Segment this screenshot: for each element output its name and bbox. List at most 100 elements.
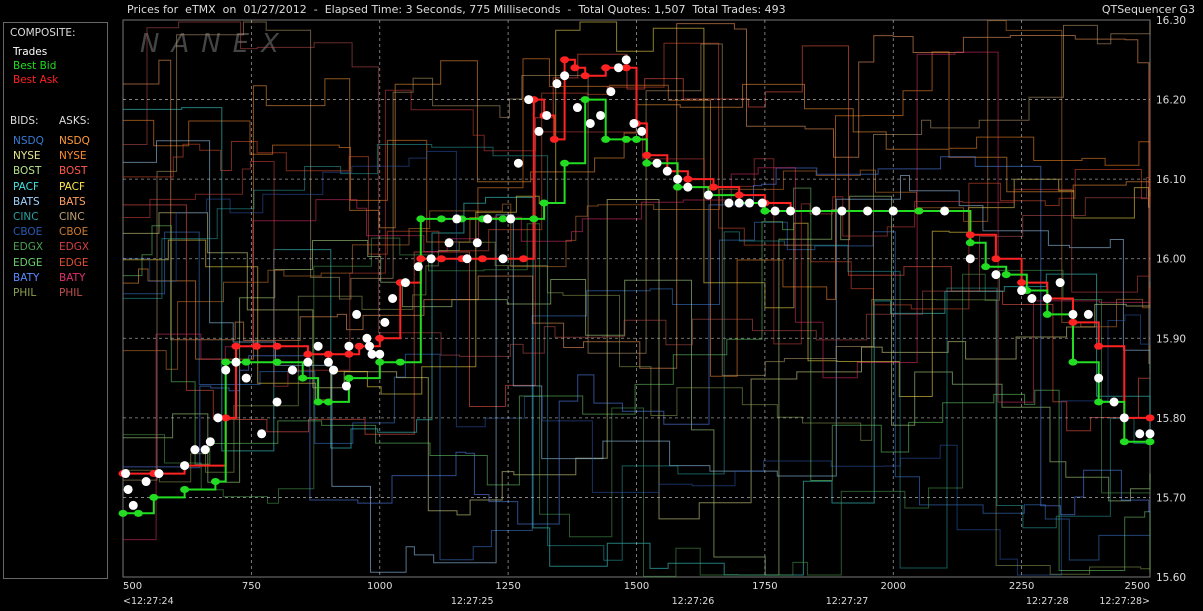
trade-point — [1068, 309, 1078, 319]
best-bid-point — [914, 207, 924, 215]
best-bid-point — [133, 509, 143, 517]
y-tick-label: 15.90 — [1156, 333, 1186, 345]
trade-point — [413, 262, 423, 272]
x-tick-label: 2500 — [1125, 581, 1150, 592]
trade-point — [1042, 294, 1052, 303]
trade-point — [724, 198, 734, 208]
y-tick-label: 15.80 — [1156, 413, 1186, 425]
trade-point — [362, 333, 372, 343]
trade-point — [483, 214, 493, 224]
trade-point — [241, 373, 251, 383]
trade-point — [596, 110, 606, 120]
trade-point — [472, 238, 482, 248]
trade-point — [462, 254, 472, 264]
trade-point — [367, 349, 377, 359]
trade-point — [621, 55, 631, 65]
price-chart: NANEX 16.30 16.20 16.10 16.00 15.90 15.80 15.70… — [118, 15, 1186, 607]
time-label: <12:27:24 — [123, 596, 174, 607]
trade-point — [991, 270, 1001, 280]
watermark: NANEX — [140, 29, 291, 59]
x-tick-label: 1500 — [624, 581, 649, 592]
best-ask-point — [560, 56, 570, 64]
best-bid-point — [241, 358, 251, 366]
best-bid-point — [1042, 310, 1052, 318]
best-ask-point — [709, 183, 719, 191]
best-bid-point — [632, 135, 641, 143]
time-label: 12:27:26 — [672, 596, 715, 607]
best-ask-point — [621, 64, 631, 72]
best-bid-point — [498, 215, 508, 223]
trade-point — [121, 469, 131, 479]
best-bid-point — [1145, 438, 1155, 446]
trade-point — [154, 469, 164, 479]
trade-point — [364, 341, 374, 351]
x-tick-label: 2250 — [1009, 581, 1034, 592]
best-bid-point — [395, 358, 405, 366]
trade-point — [673, 174, 683, 184]
x-tick-label: 1250 — [495, 581, 520, 592]
best-bid-point — [1068, 358, 1078, 366]
trade-point — [303, 357, 313, 367]
trade-point — [213, 413, 223, 423]
best-bid-point — [210, 478, 220, 486]
best-ask-point — [323, 350, 333, 358]
x-tick-label: 500 — [123, 581, 142, 592]
trade-point — [629, 118, 639, 128]
trade-point — [190, 445, 200, 455]
trade-point — [542, 110, 552, 120]
y-tick-label: 16.00 — [1156, 254, 1186, 266]
best-ask-point — [1068, 318, 1078, 326]
trade-point — [200, 445, 210, 455]
trade-point — [1119, 413, 1129, 423]
trade-point — [452, 214, 462, 224]
trade-point — [1145, 429, 1155, 439]
trade-point — [606, 87, 616, 97]
trade-point — [757, 198, 767, 208]
best-ask-point — [375, 334, 385, 342]
trade-point — [513, 158, 523, 168]
x-tick-label: 1750 — [752, 581, 777, 592]
trade-point — [180, 461, 190, 471]
best-ask-point — [991, 255, 1001, 263]
trade-point — [1135, 429, 1145, 439]
best-bid-point — [221, 358, 231, 366]
best-bid-point — [1001, 271, 1011, 279]
y-tick-label: 16.20 — [1156, 95, 1186, 107]
trade-point — [426, 254, 436, 264]
trade-point — [652, 158, 662, 168]
trade-point — [662, 166, 672, 176]
best-bid-point — [621, 135, 631, 143]
trade-point — [965, 254, 975, 264]
trade-point — [380, 317, 390, 327]
best-bid-point — [673, 183, 683, 191]
trade-point — [388, 294, 398, 303]
best-bid-point — [1094, 398, 1104, 406]
best-bid-point — [1119, 438, 1129, 446]
best-bid-point — [580, 96, 590, 104]
time-label: 12:27:28 — [1026, 596, 1069, 607]
trade-point — [313, 341, 323, 351]
best-ask-point — [642, 151, 652, 159]
best-bid-point — [760, 207, 770, 215]
trade-point — [770, 206, 780, 216]
trade-point — [506, 214, 516, 224]
trade-point — [221, 365, 231, 375]
best-bid-point — [344, 374, 354, 382]
time-label: 12:27:28> — [1099, 596, 1150, 607]
trade-point — [231, 357, 241, 367]
time-label: 12:27:25 — [451, 596, 494, 607]
best-ask-point — [1145, 414, 1155, 422]
best-ask-point — [549, 135, 559, 143]
best-ask-point — [965, 231, 975, 239]
chart-area: NANEX 16.30 16.20 16.10 16.00 15.90 15.80 15.70… — [0, 0, 1203, 607]
trade-point — [352, 309, 362, 319]
trade-point — [811, 206, 821, 216]
trade-point — [1055, 278, 1065, 288]
trade-point — [614, 63, 624, 73]
trade-point — [205, 437, 215, 447]
best-ask-point — [1017, 279, 1027, 287]
best-ask-point — [354, 342, 364, 350]
best-ask-point — [436, 255, 446, 263]
trade-point — [257, 429, 267, 439]
trade-point — [585, 118, 595, 128]
